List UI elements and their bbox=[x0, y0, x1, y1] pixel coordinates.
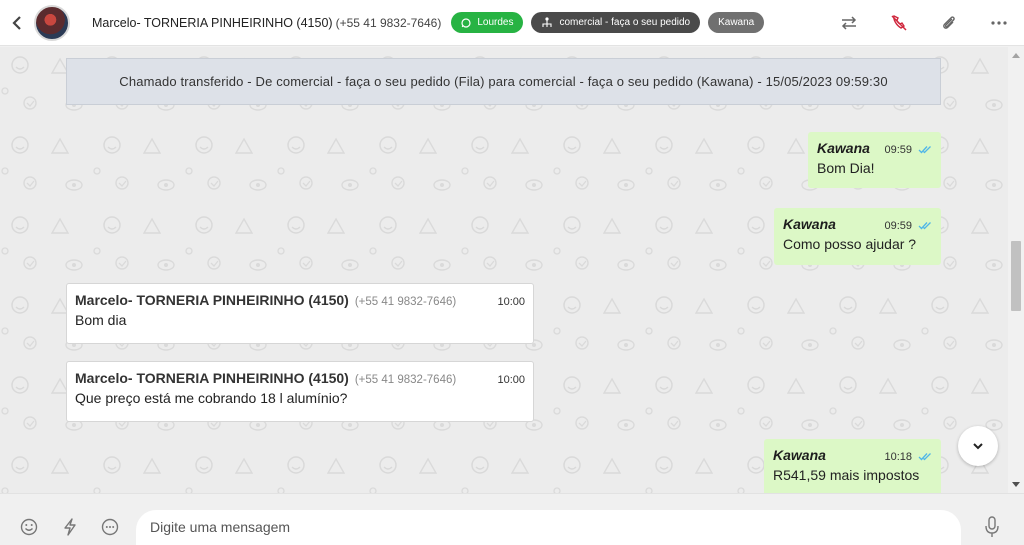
message-time: 09:59 bbox=[884, 220, 912, 232]
chat-area[interactable]: Chamado transferido - De comercial - faç… bbox=[0, 47, 1008, 493]
message-sender: Kawana bbox=[817, 140, 870, 156]
message-sender: Kawana bbox=[783, 216, 836, 232]
scroll-down-arrow[interactable] bbox=[1012, 482, 1020, 487]
message-time: 10:00 bbox=[497, 296, 525, 308]
more-icon bbox=[991, 21, 1007, 25]
message-time: 09:59 bbox=[884, 144, 912, 156]
queue-icon bbox=[542, 17, 553, 27]
back-button[interactable] bbox=[0, 0, 34, 46]
scroll-to-bottom-button[interactable] bbox=[958, 426, 998, 466]
chat-scrollbar[interactable] bbox=[1008, 47, 1024, 493]
chevron-down-icon bbox=[973, 442, 983, 449]
quick-action-button[interactable] bbox=[57, 514, 83, 540]
scroll-thumb[interactable] bbox=[1011, 241, 1021, 311]
agent-tag-label: Kawana bbox=[718, 17, 755, 28]
lightning-icon bbox=[64, 518, 76, 536]
message-sender-phone: (+55 41 9832-7646) bbox=[354, 296, 457, 308]
voice-message-button[interactable] bbox=[979, 514, 1005, 540]
outgoing-message[interactable]: Kawana 09:59 Bom Dia! bbox=[808, 132, 941, 188]
contact-phone: (+55 41 9832-7646) bbox=[335, 15, 442, 30]
transfer-button[interactable] bbox=[824, 0, 874, 46]
message-sender: Marcelo- TORNERIA PINHEIRINHO (4150) bbox=[75, 370, 349, 386]
double-check-icon bbox=[918, 453, 931, 461]
message-text: Que preço está me cobrando 18 l alumínio… bbox=[75, 390, 348, 406]
whatsapp-icon bbox=[461, 17, 471, 28]
double-check-icon bbox=[918, 222, 931, 230]
message-text: R541,59 mais impostos bbox=[773, 467, 920, 483]
message-sender: Marcelo- TORNERIA PINHEIRINHO (4150) bbox=[75, 292, 349, 308]
message-text: Como posso ajudar ? bbox=[783, 236, 917, 252]
avatar[interactable] bbox=[34, 4, 70, 41]
chat-header: Marcelo- TORNERIA PINHEIRINHO (4150) (+5… bbox=[0, 0, 1024, 46]
message-sender-phone: (+55 41 9832-7646) bbox=[354, 374, 457, 386]
scroll-up-arrow[interactable] bbox=[1012, 53, 1020, 58]
message-time: 10:00 bbox=[497, 374, 525, 386]
message-time: 10:18 bbox=[884, 451, 912, 463]
back-icon bbox=[12, 15, 21, 30]
chat-background-pattern bbox=[0, 47, 1008, 493]
queue-tag-label: comercial - faça o seu pedido bbox=[559, 17, 691, 28]
double-check-icon bbox=[918, 146, 931, 154]
end-call-button[interactable] bbox=[874, 0, 924, 46]
attach-icon bbox=[943, 16, 955, 29]
message-text: Bom dia bbox=[75, 312, 127, 328]
microphone-icon bbox=[985, 516, 999, 537]
composer-bar bbox=[0, 493, 1024, 545]
more-options-button[interactable] bbox=[974, 0, 1024, 46]
emoji-button[interactable] bbox=[16, 514, 42, 540]
outgoing-message[interactable]: Kawana 09:59 Como posso ajudar ? bbox=[774, 208, 941, 265]
message-sender: Kawana bbox=[773, 447, 826, 463]
end-call-icon bbox=[891, 15, 907, 31]
quick-reply-icon bbox=[101, 518, 119, 536]
channel-tag[interactable]: Lourdes bbox=[451, 12, 524, 33]
agent-tag[interactable]: Kawana bbox=[708, 12, 765, 33]
incoming-message[interactable]: Marcelo- TORNERIA PINHEIRINHO (4150) (+5… bbox=[66, 361, 534, 422]
outgoing-message[interactable]: Kawana 10:18 R541,59 mais impostos bbox=[764, 439, 941, 493]
queue-tag[interactable]: comercial - faça o seu pedido bbox=[531, 12, 701, 33]
emoji-icon bbox=[20, 518, 38, 536]
attach-button[interactable] bbox=[924, 0, 974, 46]
transfer-notice: Chamado transferido - De comercial - faç… bbox=[66, 58, 941, 105]
incoming-message[interactable]: Marcelo- TORNERIA PINHEIRINHO (4150) (+5… bbox=[66, 283, 534, 344]
message-text: Bom Dia! bbox=[817, 160, 875, 176]
transfer-icon bbox=[841, 16, 857, 30]
message-input[interactable] bbox=[136, 510, 961, 545]
channel-tag-label: Lourdes bbox=[477, 17, 514, 28]
contact-name: Marcelo- TORNERIA PINHEIRINHO (4150) bbox=[92, 15, 333, 30]
quick-reply-button[interactable] bbox=[97, 514, 123, 540]
